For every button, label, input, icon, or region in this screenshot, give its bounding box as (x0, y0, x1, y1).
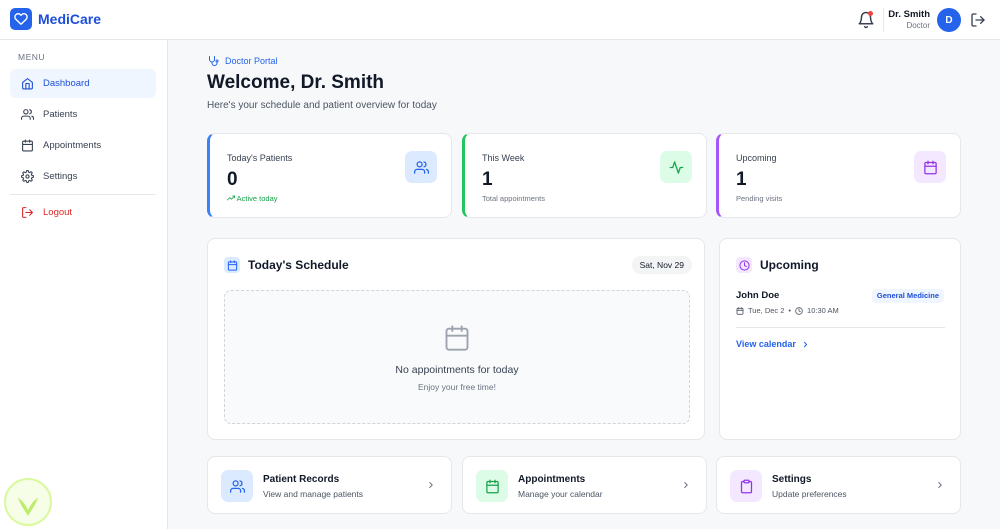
stat-icon (914, 151, 946, 183)
page-subtitle: Here's your schedule and patient overvie… (207, 100, 437, 111)
users-icon (221, 470, 253, 502)
menu-label: MENU (18, 52, 46, 62)
heart-logo-icon (10, 8, 32, 30)
chevron-right-icon (803, 341, 807, 347)
avatar[interactable]: D (937, 8, 961, 32)
stat-sub: Active today (226, 194, 278, 203)
calendar-icon (22, 139, 33, 152)
calendar-icon (224, 257, 240, 273)
empty-state-subtitle: Enjoy your free time! (418, 382, 496, 392)
quick-link-subtitle: Manage your calendar (518, 489, 603, 499)
stat-sub-text: Active today (236, 194, 278, 203)
date-badge: Sat, Nov 29 (631, 256, 692, 274)
quick-link-title: Appointments (518, 474, 586, 485)
chevron-right-icon (938, 482, 942, 488)
users-icon (413, 160, 429, 174)
sidebar-item-label: Dashboard (43, 78, 90, 89)
sidebar-item-logout[interactable]: Logout (10, 198, 156, 227)
stat-value: 0 (227, 169, 238, 190)
empty-state-title: No appointments for today (395, 364, 519, 376)
stat-label: Today's Patients (227, 153, 293, 163)
view-calendar-label: View calendar (736, 339, 796, 349)
divider (736, 327, 945, 328)
upcoming-title: Upcoming (736, 257, 819, 273)
quick-link-settings[interactable]: Settings Update preferences (716, 456, 961, 514)
empty-state: No appointments for today Enjoy your fre… (224, 290, 690, 424)
stat-value: 1 (736, 169, 747, 190)
users-icon (21, 109, 34, 120)
sidebar-divider (10, 194, 156, 195)
appointment-date: Tue, Dec 2 (748, 306, 785, 315)
stat-label: This Week (482, 153, 525, 163)
user-role: Doctor (906, 21, 930, 30)
user-info: Dr. Smith Doctor (884, 9, 930, 31)
gear-icon (21, 170, 34, 183)
schedule-card: Today's Schedule Sat, Nov 29 No appointm… (207, 238, 705, 440)
sidebar-item-label: Settings (43, 171, 78, 182)
portal-label: Doctor Portal (207, 55, 278, 67)
clock-icon (736, 257, 752, 273)
leaf-watermark-icon (4, 478, 52, 526)
logout-icon (22, 207, 33, 218)
quick-link-patient-records[interactable]: Patient Records View and manage patients (207, 456, 452, 514)
page-title: Welcome, Dr. Smith (207, 72, 385, 93)
upcoming-card: Upcoming John Doe General Medicine Tue, … (719, 238, 961, 440)
top-bar: MediCare Dr. Smith Doctor D (0, 0, 1000, 40)
trending-up-icon (226, 195, 236, 201)
calendar-icon (923, 160, 937, 174)
appointment-meta: Tue, Dec 2 • 10:30 AM (736, 306, 839, 315)
sidebar-item-label: Logout (43, 207, 73, 218)
meta-separator: • (788, 306, 792, 315)
appointment-patient[interactable]: John Doe (736, 290, 779, 301)
activity-icon (669, 160, 683, 174)
app-logo[interactable]: MediCare (10, 8, 101, 30)
sidebar-item-label: Patients (43, 109, 78, 120)
calendar-icon (476, 470, 508, 502)
sidebar-item-settings[interactable]: Settings (10, 162, 156, 191)
notification-dot (868, 11, 873, 16)
quick-link-appointments[interactable]: Appointments Manage your calendar (462, 456, 707, 514)
quick-link-title: Settings (772, 474, 812, 485)
sidebar: MENU Dashboard Patients Appointments Set… (0, 40, 168, 529)
stat-icon (405, 151, 437, 183)
appointment-time: 10:30 AM (807, 306, 839, 315)
app-name: MediCare (38, 11, 102, 27)
chevron-right-icon (429, 482, 433, 488)
quick-link-title: Patient Records (263, 474, 340, 485)
calendar-icon (736, 306, 744, 315)
clipboard-icon (730, 470, 762, 502)
sidebar-item-dashboard[interactable]: Dashboard (10, 69, 156, 98)
view-calendar-link[interactable]: View calendar (736, 339, 810, 349)
quick-link-subtitle: Update preferences (772, 489, 847, 499)
stat-sub: Pending visits (736, 194, 783, 203)
calendar-icon (445, 325, 469, 351)
sidebar-item-patients[interactable]: Patients (10, 100, 156, 129)
portal-label-text: Doctor Portal (225, 56, 278, 66)
stat-card-today-patients: Today's Patients 0 Active today (207, 133, 452, 218)
stat-icon (660, 151, 692, 183)
clock-icon (795, 306, 803, 315)
stat-label: Upcoming (736, 153, 777, 163)
logout-icon[interactable] (970, 12, 986, 28)
schedule-title: Today's Schedule (224, 257, 349, 273)
upcoming-title-text: Upcoming (760, 258, 819, 272)
sidebar-item-label: Appointments (43, 140, 102, 151)
schedule-title-text: Today's Schedule (248, 258, 349, 272)
user-name: Dr. Smith (888, 9, 930, 20)
department-badge: General Medicine (871, 289, 944, 303)
chevron-right-icon (684, 482, 688, 488)
stat-card-this-week: This Week 1 Total appointments (462, 133, 707, 218)
quick-link-subtitle: View and manage patients (263, 489, 364, 499)
home-icon (22, 78, 33, 90)
stat-sub: Total appointments (482, 194, 545, 203)
stat-value: 1 (482, 169, 493, 190)
stethoscope-icon (209, 56, 219, 66)
sidebar-item-appointments[interactable]: Appointments (10, 131, 156, 160)
stat-card-upcoming: Upcoming 1 Pending visits (716, 133, 961, 218)
